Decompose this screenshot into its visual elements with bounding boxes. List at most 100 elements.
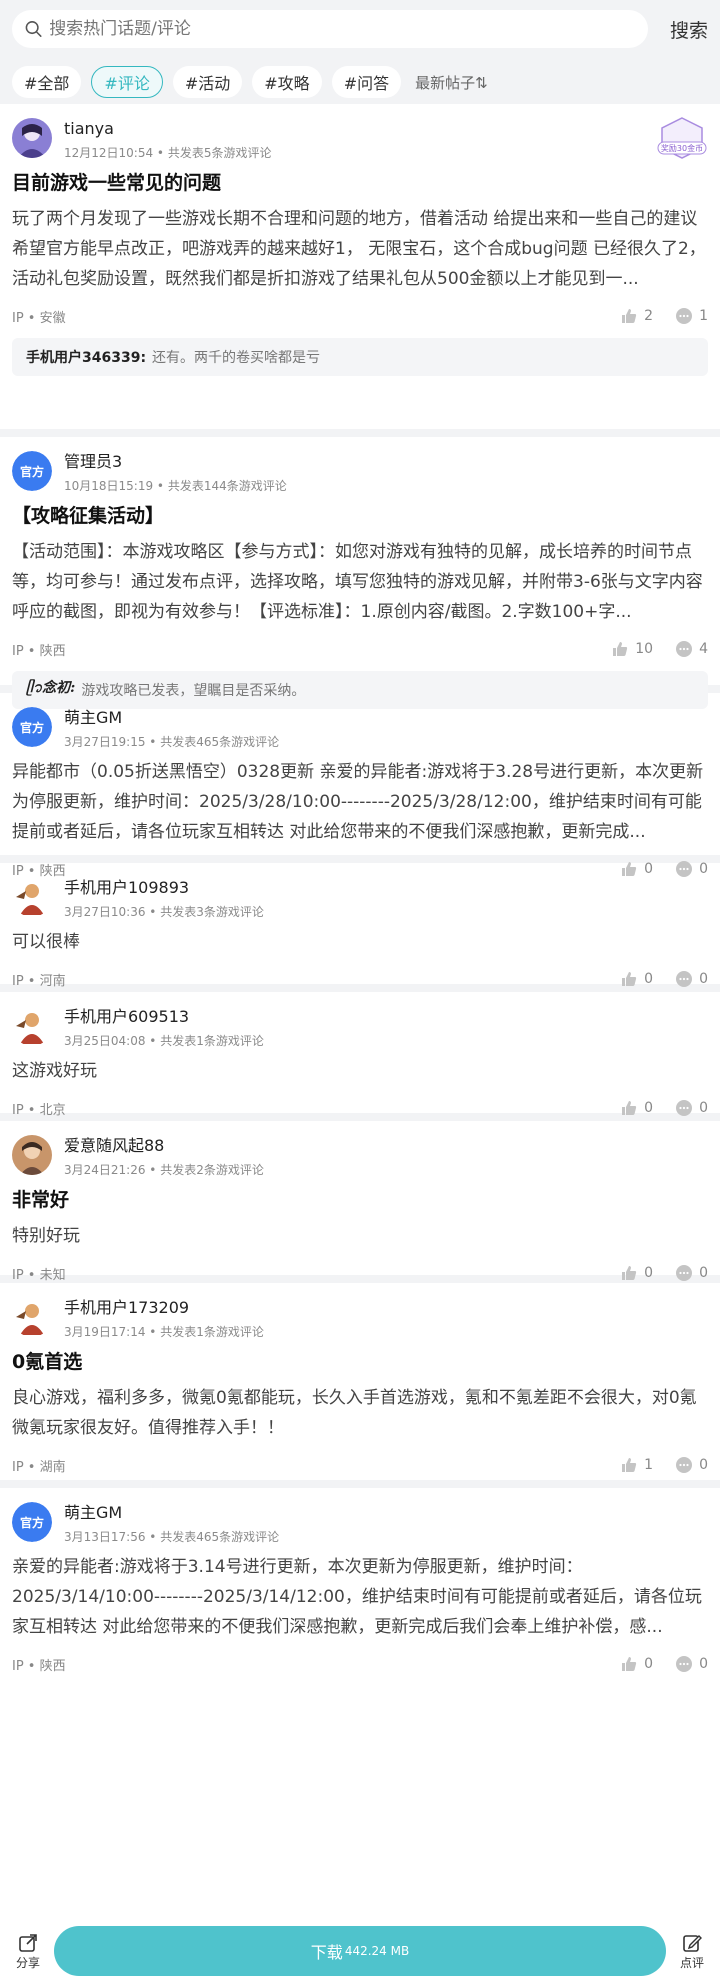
search-box[interactable]	[12, 10, 648, 48]
like-count: 1	[644, 1457, 654, 1473]
username[interactable]: 萌主GM	[64, 1502, 279, 1524]
avatar[interactable]	[12, 1297, 52, 1337]
post-card[interactable]: 手机用户609513 3月25日04:08 • 共发表1条游戏评论 这游戏好玩 …	[0, 992, 720, 1121]
filter-tags: #全部 #评论 #活动 #攻略 #问答 最新帖子⇅	[12, 66, 708, 98]
post-content[interactable]: 可以很棒	[12, 927, 708, 957]
username[interactable]: 手机用户173209	[64, 1297, 264, 1319]
ip-location: IP • 陕西	[12, 643, 66, 659]
like-button[interactable]: 2	[620, 307, 653, 325]
tag-qa[interactable]: #问答	[331, 66, 402, 98]
comment-button[interactable]: 1	[675, 307, 708, 325]
ip-location: IP • 河南	[12, 973, 66, 989]
username[interactable]: 萌主GM	[64, 707, 279, 729]
post-content[interactable]: 良心游戏，福利多多，微氪0氪都能玩，长久入手首选游戏，氪和不氪差距不会很大，对0…	[12, 1383, 708, 1443]
post-card[interactable]: 爱意随风起88 3月24日21:26 • 共发表2条游戏评论 非常好 特别好玩 …	[0, 1121, 720, 1283]
thumb-up-icon	[613, 642, 628, 656]
username[interactable]: tianya	[64, 118, 271, 140]
comment-icon	[676, 1457, 693, 1473]
tag-all[interactable]: #全部	[12, 66, 82, 98]
post-content[interactable]: 亲爱的异能者:游戏将于3.14号进行更新，本次更新为停服更新，维护时间：2025…	[12, 1552, 708, 1642]
comment-icon	[676, 308, 693, 324]
post-meta: 3月27日10:36 • 共发表3条游戏评论	[64, 905, 264, 919]
comment-count: 0	[699, 1656, 708, 1672]
download-label: 下载	[310, 1943, 343, 1962]
review-label: 点评	[679, 1955, 704, 1970]
username[interactable]: 手机用户109893	[64, 877, 264, 899]
comment-button[interactable]: 0	[675, 970, 708, 988]
comment-button[interactable]: 4	[675, 640, 708, 658]
post-card[interactable]: 官方 萌主GM 3月13日17:56 • 共发表465条游戏评论 亲爱的异能者:…	[0, 1488, 720, 1674]
bottom-bar: 分享 下载 442.24 MB 点评	[0, 1921, 720, 1981]
official-label: 官方	[20, 464, 44, 479]
comment-count: 0	[699, 1265, 708, 1281]
sort-toggle[interactable]: 最新帖子⇅	[415, 72, 488, 93]
search-icon	[25, 21, 42, 37]
post-title[interactable]: 目前游戏一些常见的问题	[12, 170, 708, 196]
post-meta: 3月25日04:08 • 共发表1条游戏评论	[64, 1034, 264, 1048]
tag-review[interactable]: #评论	[91, 66, 163, 98]
share-button[interactable]: 分享	[10, 1932, 46, 1971]
like-count: 10	[635, 641, 654, 657]
post-meta: 10月18日15:19 • 共发表144条游戏评论	[64, 479, 287, 493]
reply-username[interactable]: 手机用户346339:	[26, 347, 146, 367]
avatar[interactable]	[12, 877, 52, 917]
comment-icon	[676, 971, 693, 987]
avatar[interactable]: 官方	[12, 707, 52, 747]
post-content[interactable]: 这游戏好玩	[12, 1056, 708, 1086]
post-title[interactable]: 0氪首选	[12, 1349, 708, 1375]
comment-icon	[676, 1656, 693, 1672]
comment-button[interactable]: 0	[675, 1456, 708, 1474]
post-content[interactable]: 异能都市（0.05折送黑悟空）0328更新 亲爱的异能者:游戏将于3.28号进行…	[12, 757, 708, 847]
post-title[interactable]: 【攻略征集活动】	[12, 503, 708, 529]
search-input[interactable]	[49, 19, 648, 39]
post-card[interactable]: 官方 萌主GM 3月27日19:15 • 共发表465条游戏评论 异能都市（0.…	[0, 693, 720, 879]
top-header: 搜索 #全部 #评论 #活动 #攻略 #问答 最新帖子⇅	[0, 0, 720, 104]
like-button[interactable]: 0	[620, 970, 653, 988]
ip-location: IP • 湖南	[12, 1459, 66, 1475]
like-button[interactable]: 1	[620, 1456, 653, 1474]
post-card[interactable]: 手机用户173209 3月19日17:14 • 共发表1条游戏评论 0氪首选 良…	[0, 1283, 720, 1488]
avatar[interactable]: 官方	[12, 451, 52, 491]
comment-button[interactable]: 0	[675, 1264, 708, 1282]
share-label: 分享	[15, 1955, 40, 1970]
like-button[interactable]: 10	[611, 640, 653, 658]
ip-location: IP • 北京	[12, 1102, 66, 1118]
reply-preview[interactable]: 手机用户346339: 还有。两千的卷买啥都是亏	[12, 338, 708, 376]
comment-button[interactable]: 0	[675, 1099, 708, 1117]
post-content[interactable]: 【活动范围】：本游戏攻略区【参与方式】：如您对游戏有独特的见解，成长培养的时间节…	[12, 537, 708, 627]
like-count: 2	[644, 308, 654, 324]
post-content[interactable]: 玩了两个月发现了一些游戏长期不合理和问题的地方，借着活动 给提出来和一些自己的建…	[12, 204, 708, 294]
post-card[interactable]: tianya 12月12日10:54 • 共发表5条游戏评论 奖励30金币 目前…	[0, 104, 720, 437]
reward-badge-text: 奖励30金币	[661, 143, 703, 153]
avatar[interactable]	[12, 1006, 52, 1046]
comment-button[interactable]: 0	[675, 1655, 708, 1673]
official-label: 官方	[20, 720, 44, 735]
thumb-up-icon	[622, 309, 637, 323]
avatar[interactable]: 官方	[12, 1502, 52, 1542]
ip-location: IP • 安徽	[12, 310, 66, 326]
review-button[interactable]: 点评	[674, 1932, 710, 1971]
search-button[interactable]: 搜索	[648, 16, 708, 43]
post-card[interactable]: 官方 管理员3 10月18日15:19 • 共发表144条游戏评论 【攻略征集活…	[0, 437, 720, 709]
official-label: 官方	[20, 1515, 44, 1530]
post-content[interactable]: 特别好玩	[12, 1221, 708, 1251]
thumb-up-icon	[622, 972, 637, 986]
avatar[interactable]	[12, 118, 52, 158]
post-title[interactable]: 非常好	[12, 1187, 708, 1213]
post-card[interactable]: 手机用户109893 3月27日10:36 • 共发表3条游戏评论 可以很棒 I…	[0, 863, 720, 992]
like-button[interactable]: 0	[620, 1655, 653, 1673]
tag-activity[interactable]: #活动	[172, 66, 243, 98]
like-button[interactable]: 0	[620, 1264, 653, 1282]
ip-location: IP • 未知	[12, 1267, 66, 1283]
thumb-up-icon	[622, 1101, 637, 1115]
username[interactable]: 手机用户609513	[64, 1006, 264, 1028]
download-button[interactable]: 下载 442.24 MB	[54, 1926, 666, 1976]
tag-guide[interactable]: #攻略	[252, 66, 322, 98]
like-count: 0	[644, 971, 654, 987]
username[interactable]: 管理员3	[64, 451, 287, 473]
comment-icon	[676, 1100, 693, 1116]
like-count: 0	[644, 1656, 654, 1672]
username[interactable]: 爱意随风起88	[64, 1135, 264, 1157]
like-button[interactable]: 0	[620, 1099, 653, 1117]
avatar[interactable]	[12, 1135, 52, 1175]
